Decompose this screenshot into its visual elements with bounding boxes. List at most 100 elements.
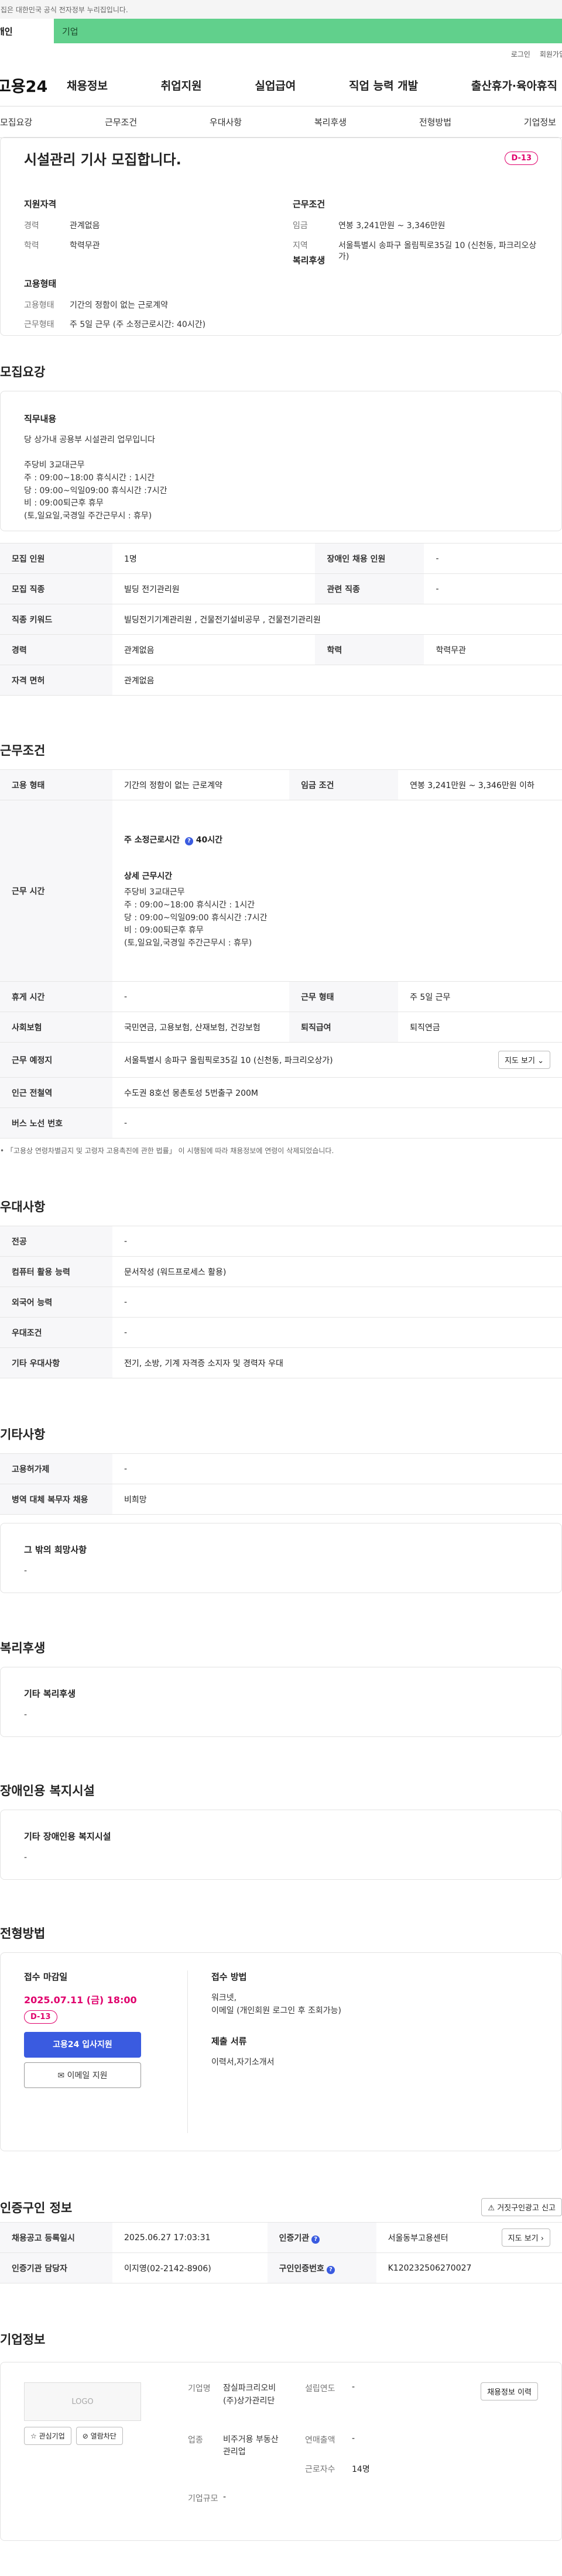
mail-icon: ✉ <box>57 2071 65 2080</box>
tab-company[interactable]: 기업 <box>54 19 562 43</box>
table-row: 경력 관계없음 학력 학력무관 <box>0 634 562 665</box>
cell-label: 인근 전철역 <box>0 1077 112 1108</box>
login-link[interactable]: 로그인 <box>511 49 530 59</box>
method-value: 워크넷, 이메일 (개인회원 로그인 후 조회가능) <box>211 1993 341 2016</box>
work-form-label: 근무형태 <box>24 320 54 330</box>
cell-label: 고용허가제 <box>0 1453 112 1484</box>
report-icon: ⚠ <box>488 2204 495 2213</box>
company-employees-value: 14명 <box>352 2464 370 2474</box>
snb-prefer[interactable]: 우대사항 <box>210 116 242 128</box>
cell-label: 직종 키워드 <box>0 604 112 635</box>
cell-label: 우대조건 <box>0 1317 112 1348</box>
table-row: 컴퓨터 활용 능력 문서작성 (워드프로세스 활용) <box>0 1256 562 1287</box>
gnb-item-skills-development[interactable]: 직업 능력 개발 <box>349 77 418 93</box>
disabled-box: 기타 장애인용 복지시설 - <box>0 1810 562 1880</box>
table-row: 버스 노선 번호 - <box>0 1108 562 1139</box>
join-link[interactable]: 회원가입 <box>540 49 562 59</box>
etc-table: 고용허가제 - 병역 대체 복무자 채용 비희망 <box>0 1453 562 1515</box>
welfare-box-title: 기타 복리후생 <box>24 1688 76 1699</box>
wage-value: 연봉 3,241만원 ~ 3,346만원 <box>338 221 446 231</box>
gnb-item-parental-leave[interactable]: 출산휴가·육아휴직 <box>471 77 557 93</box>
snb-condition[interactable]: 근무조건 <box>105 116 137 128</box>
company-name-value: 잠실파크리오비 (주)상가관리단 <box>223 2384 276 2406</box>
company-year-value: - <box>352 2382 355 2392</box>
info-icon[interactable]: ? <box>326 2265 335 2274</box>
cell-label: 모집 인원 <box>0 543 112 574</box>
docs-title: 제출 서류 <box>211 2036 247 2047</box>
snb-company[interactable]: 기업정보 <box>524 116 556 128</box>
cell-label: 전공 <box>0 1226 112 1257</box>
company-sales-value: - <box>352 2433 355 2443</box>
cell-label: 학력 <box>315 634 424 665</box>
snb-recruit[interactable]: 모집요강 <box>0 116 32 128</box>
cell-label: 근무 예정지 <box>0 1042 112 1078</box>
global-nav: 고용24 채용정보 취업지원 실업급여 직업 능력 개발 출산휴가·육아휴직 <box>0 64 562 106</box>
cell-label: 고용 형태 <box>0 769 112 800</box>
gnb-item-employment-support[interactable]: 취업지원 <box>161 77 202 93</box>
info-icon[interactable]: ? <box>311 2235 320 2244</box>
company-size-label: 기업규모 <box>188 2494 218 2503</box>
cert-num-label-text: 구인인증번호 <box>279 2264 324 2274</box>
table-row: 근무 시간 주 소정근로시간 ? 40시간 상세 근무시간 주당비 3교대근무 … <box>0 800 562 982</box>
cell-label: 사회보험 <box>0 1012 112 1043</box>
table-row: 모집 직종 빌딩 전기관리원 관련 직종 - <box>0 573 562 604</box>
star-icon: ☆ <box>30 2432 37 2440</box>
cert-table: 채용공고 등록일시 2025.06.27 17:03:31 인증기관? 서울동부… <box>0 2222 562 2283</box>
gov-banner-text: 이 누리집은 대한민국 공식 전자정부 누리집입니다. <box>0 6 128 14</box>
table-row: 우대조건 - <box>0 1317 562 1348</box>
info-icon[interactable]: ? <box>184 837 193 846</box>
career-value: 관계없음 <box>70 221 100 231</box>
table-row: 인증기관 담당자 이지영(02-2142-8906) 구인인증번호? K1202… <box>0 2252 562 2283</box>
email-apply-button[interactable]: ✉ 이메일 지원 <box>24 2062 141 2088</box>
hours-cell: 주 소정근로시간 ? 40시간 상세 근무시간 주당비 3교대근무 주 : 09… <box>112 800 562 982</box>
emp-title: 고용형태 <box>24 278 57 289</box>
welfare-box: 기타 복리후생 - <box>0 1667 562 1737</box>
hours-summary: 주 소정근로시간 ? 40시간 <box>124 834 550 846</box>
recruit-table: 모집 인원 1명 장애인 채용 인원 - 모집 직종 빌딩 전기관리원 관련 직… <box>0 543 562 696</box>
cell-label: 퇴직급여 <box>289 1012 399 1043</box>
cell-value: - <box>112 1317 562 1348</box>
etc-section-title: 기타사항 <box>0 1428 46 1442</box>
gnb-menu: 채용정보 취업지원 실업급여 직업 능력 개발 출산휴가·육아휴직 <box>67 77 562 93</box>
history-button[interactable]: 채용정보 이력 <box>481 2382 538 2400</box>
place-value: 서울특별시 송파구 올림픽로35길 10 (신천동, 파크리오상가) <box>124 1055 333 1065</box>
welfare-value: - <box>24 1710 28 1719</box>
job-title: 시설관리 기사 모집합니다. <box>24 152 181 168</box>
snb-welfare[interactable]: 복리후생 <box>314 116 347 128</box>
cell-label: 기타 우대사항 <box>0 1347 112 1378</box>
report-button[interactable]: ⚠ 거짓구인광고 신고 <box>481 2198 562 2216</box>
hours-label: 주 소정근로시간 <box>124 835 180 845</box>
cert-num-label: 구인인증번호? <box>267 2252 376 2283</box>
cell-value: 학력무관 <box>424 634 562 665</box>
snb-selection[interactable]: 전형방법 <box>419 116 451 128</box>
site-logo[interactable]: 고용24 <box>0 74 67 97</box>
gnb-item-unemployment-benefit[interactable]: 실업급여 <box>255 77 296 93</box>
apply-button[interactable]: 고용24 입사지원 <box>24 2032 141 2058</box>
company-info: 기업명 잠실파크리오비 (주)상가관리단 설립연도 - 업종 비주거용 부동산 … <box>188 2382 440 2520</box>
map-view-button[interactable]: 지도 보기 ⌄ <box>498 1051 550 1069</box>
block-label: 열람차단 <box>90 2432 116 2440</box>
favorite-company-button[interactable]: ☆ 관심기업 <box>24 2427 71 2445</box>
cert-org-cell: 서울동부고용센터 지도 보기 › <box>376 2222 562 2253</box>
block-icon: ⊘ <box>82 2432 88 2440</box>
recruit-section-title: 모집요강 <box>0 365 46 379</box>
tab-personal[interactable]: 개인 <box>0 19 54 43</box>
email-apply-label: 이메일 지원 <box>67 2071 108 2080</box>
disabled-section-title: 장애인용 복지시설 <box>0 1784 95 1798</box>
cond-title: 근무조건 <box>293 199 325 209</box>
gnb-item-jobs[interactable]: 채용정보 <box>67 77 108 93</box>
cert-header: 인증구인 정보 ⚠ 거짓구인광고 신고 <box>0 2198 562 2216</box>
duty-text: 당 상가내 공용부 시설관리 업무입니다 주당비 3교대근무 주 : 09:00… <box>24 435 167 521</box>
table-row: 사회보험 국민연금, 고용보험, 산재보험, 건강보험 퇴직급여 퇴직연금 <box>0 1012 562 1043</box>
table-row: 병역 대체 복무자 채용 비희망 <box>0 1484 562 1515</box>
dday-badge: D-13 <box>505 152 538 165</box>
cert-map-button[interactable]: 지도 보기 › <box>501 2228 550 2247</box>
company-name-label: 기업명 <box>188 2384 211 2393</box>
company-industry-label: 업종 <box>188 2435 203 2445</box>
duty-title: 직무내용 <box>24 414 57 424</box>
cell-value: 2025.06.27 17:03:31 <box>112 2222 268 2253</box>
cell-value: 이지영(02-2142-8906) <box>112 2252 268 2283</box>
block-view-button[interactable]: ⊘ 열람차단 <box>76 2427 123 2445</box>
cell-label: 병역 대체 복무자 채용 <box>0 1484 112 1515</box>
cell-value: 관계없음 <box>112 665 562 696</box>
